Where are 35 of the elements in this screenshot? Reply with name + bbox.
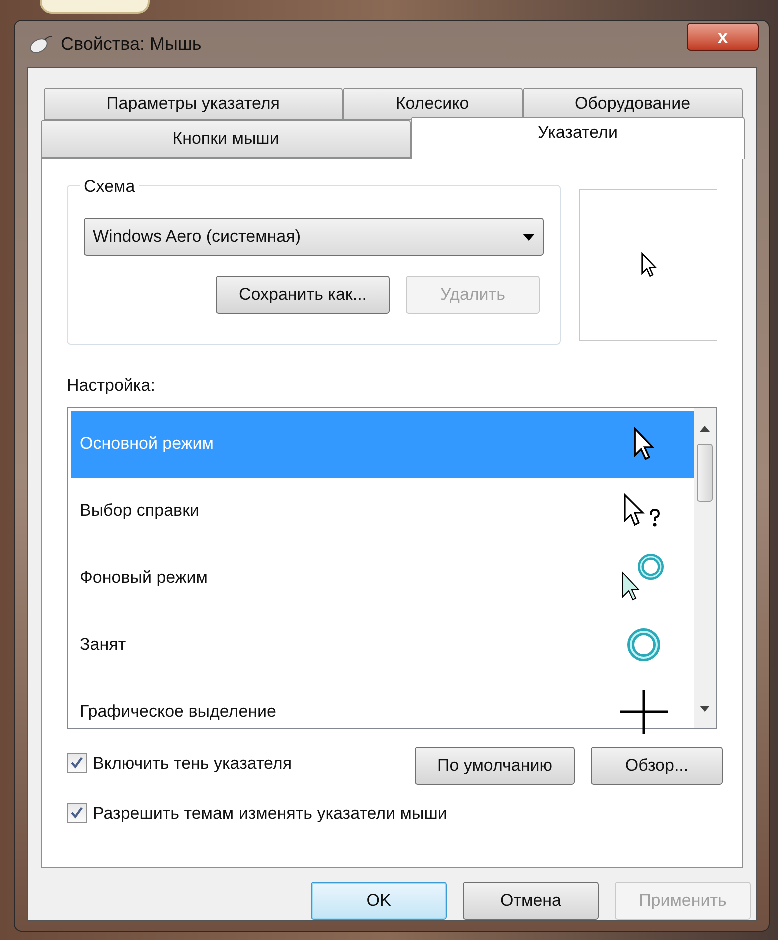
crosshair-cursor-icon (620, 690, 668, 734)
button[interactable]: Обзор... (591, 746, 723, 784)
dropdown-caret-icon (523, 234, 535, 240)
checkbox[interactable] (67, 753, 87, 774)
list-item[interactable]: Занят (71, 612, 694, 678)
scroll-up-icon (700, 426, 710, 432)
preview-cursor-icon (640, 252, 656, 278)
button[interactable]: Сохранить как... (216, 276, 390, 314)
checkbox[interactable] (67, 803, 87, 824)
checkbox-label: Разрешить темам изменять указатели мыши (93, 802, 448, 824)
dropdown-value: Windows Aero (системная) (93, 226, 301, 248)
tab[interactable]: Колесико (342, 88, 523, 120)
working-cursor-icon (621, 553, 667, 603)
list-item[interactable]: Графическое выделение (71, 678, 694, 746)
checkmark-icon (70, 756, 84, 770)
scroll-down-icon (700, 706, 710, 712)
scrollbar[interactable] (694, 408, 716, 728)
button[interactable]: По умолчанию (415, 746, 575, 784)
tab[interactable]: Оборудование (522, 88, 744, 120)
arrow-cursor-icon (632, 427, 656, 461)
button[interactable]: OK (311, 882, 447, 920)
checkbox-label: Включить тень указателя (93, 752, 292, 774)
list-item[interactable]: Фоновый режим (71, 544, 694, 612)
scheme-dropdown[interactable]: Windows Aero (системная) (84, 218, 544, 256)
scroll-thumb[interactable] (697, 444, 713, 502)
tab[interactable]: Параметры указателя (44, 88, 343, 120)
checkmark-icon (70, 806, 84, 820)
tab[interactable]: Указатели (411, 117, 745, 159)
tab[interactable]: Кнопки мыши (41, 120, 411, 158)
section-label: Настройка: (67, 375, 156, 397)
mouse-icon (27, 34, 53, 54)
button[interactable]: Отмена (463, 882, 599, 920)
busy-ring-icon (626, 627, 662, 663)
list-item[interactable]: Выбор справки (71, 478, 694, 544)
window-title: Свойства: Мышь (61, 32, 202, 56)
